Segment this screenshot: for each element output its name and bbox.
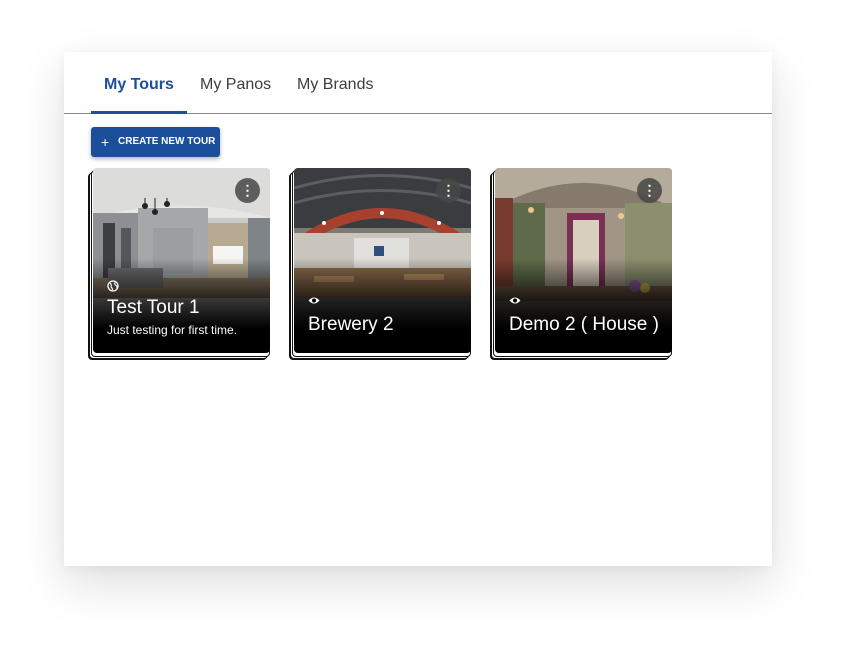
more-vertical-icon[interactable]: ⋮ [235,178,260,203]
tab-my-tours[interactable]: My Tours [91,62,187,114]
tab-my-panos-label: My Panos [200,76,272,93]
tour-title: Brewery 2 [308,314,394,335]
more-vertical-icon[interactable]: ⋮ [436,178,461,203]
tab-my-panos[interactable]: My Panos [200,62,271,113]
create-new-tour-label: CREATE NEW TOUR [118,136,216,147]
globe-icon [107,280,119,292]
plus-icon: + [101,134,110,150]
tour-thumbnail: ⋮ Brewery 2 [294,168,471,353]
tab-my-brands-label: My Brands [297,76,374,93]
tours-panel: My Tours My Panos My Brands + CREATE NEW… [64,52,772,566]
tour-title: Test Tour 1 [107,297,200,318]
tour-description: Just testing for first time. [107,323,238,337]
tab-bar: My Tours My Panos My Brands [64,62,772,114]
tab-my-brands[interactable]: My Brands [297,62,373,113]
create-new-tour-button[interactable]: + CREATE NEW TOUR [91,127,220,157]
active-tab-indicator [91,111,187,114]
card-gradient [495,258,672,353]
eye-icon [308,297,320,304]
tab-my-tours-label: My Tours [104,76,174,93]
tour-card-test-tour-1[interactable]: ⋮ Test Tour 1 Just testing for first tim… [89,168,270,359]
more-vertical-icon[interactable]: ⋮ [637,178,662,203]
tour-card-demo-2-house[interactable]: ⋮ Demo 2 ( House ) [491,168,672,359]
tour-title: Demo 2 ( House ) [509,314,659,335]
eye-icon [509,297,521,304]
tour-card-brewery-2[interactable]: ⋮ Brewery 2 [290,168,471,359]
tour-thumbnail: ⋮ Test Tour 1 Just testing for first tim… [93,168,270,353]
card-gradient [294,258,471,353]
tour-thumbnail: ⋮ Demo 2 ( House ) [495,168,672,353]
